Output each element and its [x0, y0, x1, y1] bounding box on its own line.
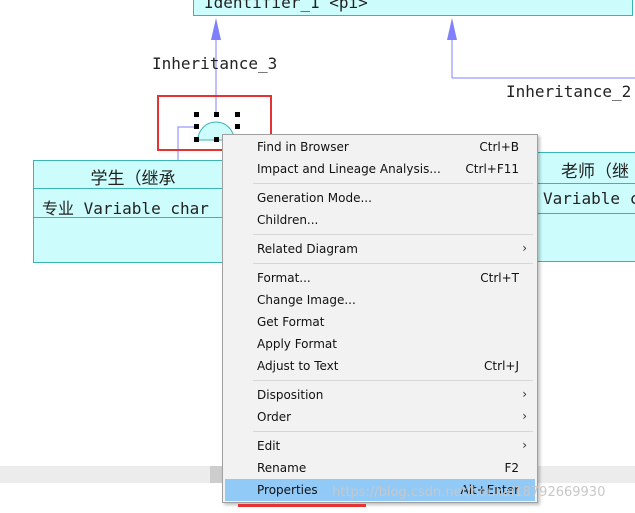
menu-item-label: Apply Format	[257, 337, 337, 351]
teacher-entity-attribute: Variable ch	[543, 189, 635, 208]
menu-item-label: Children...	[257, 213, 319, 227]
menu-item-label: Get Format	[257, 315, 325, 329]
menu-item-label: Find in Browser	[257, 140, 349, 154]
teacher-title-divider	[521, 183, 635, 184]
submenu-chevron-icon: ›	[522, 438, 527, 452]
inheritance-3-arrowhead	[211, 18, 221, 40]
menu-item-label: Related Diagram	[257, 242, 358, 256]
menu-separator	[253, 183, 533, 184]
menu-item-change-image[interactable]: Change Image...	[225, 289, 535, 311]
menu-item-children[interactable]: Children...	[225, 209, 535, 231]
menu-item-label: Change Image...	[257, 293, 356, 307]
menu-item-label: Adjust to Text	[257, 359, 339, 373]
menu-item-label: Edit	[257, 439, 281, 453]
student-attribute-divider	[34, 217, 232, 218]
menu-item-apply-format[interactable]: Apply Format	[225, 333, 535, 355]
menu-separator	[253, 380, 533, 381]
menu-item-label: Order	[257, 410, 292, 424]
menu-separator	[253, 234, 533, 235]
menu-item-find-in-browser[interactable]: Find in Browser Ctrl+B	[225, 136, 535, 158]
submenu-chevron-icon: ›	[522, 409, 527, 423]
properties-underline-annotation	[238, 504, 366, 507]
menu-item-impact-lineage-analysis[interactable]: Impact and Lineage Analysis... Ctrl+F11	[225, 158, 535, 180]
teacher-attribute-divider	[521, 213, 635, 214]
menu-item-order[interactable]: Order ›	[225, 406, 535, 428]
menu-item-label: Generation Mode...	[257, 191, 372, 205]
menu-item-label: Format...	[257, 271, 311, 285]
menu-item-format[interactable]: Format... Ctrl+T	[225, 267, 535, 289]
student-entity[interactable]: 学生（继承 专业 Variable char	[33, 160, 233, 263]
parent-entity[interactable]: Identifier_1 <pi>	[193, 0, 633, 16]
teacher-entity-title: 老师（继	[561, 162, 629, 182]
inheritance-3-label: Inheritance_3	[152, 54, 278, 73]
menu-item-get-format[interactable]: Get Format	[225, 311, 535, 333]
context-menu: Find in Browser Ctrl+B Impact and Lineag…	[222, 134, 538, 503]
menu-item-label: Impact and Lineage Analysis...	[257, 162, 441, 176]
menu-item-edit[interactable]: Edit ›	[225, 435, 535, 457]
menu-item-label: Rename	[257, 461, 307, 475]
menu-item-label: Properties	[257, 483, 318, 497]
menu-item-rename[interactable]: Rename F2	[225, 457, 535, 479]
student-entity-attribute: 专业 Variable char	[42, 199, 209, 218]
watermark-text: https://blog.csdn.net/houkai18792669930	[332, 485, 606, 500]
student-entity-title: 学生（继承	[90, 169, 176, 189]
inheritance-2-label: Inheritance_2	[506, 82, 632, 101]
menu-item-related-diagram[interactable]: Related Diagram ›	[225, 238, 535, 260]
menu-item-label: Disposition	[257, 388, 324, 402]
submenu-chevron-icon: ›	[522, 241, 527, 255]
menu-separator	[253, 263, 533, 264]
parent-entity-identifier: Identifier_1 <pi>	[204, 0, 368, 12]
menu-item-shortcut: Ctrl+F11	[465, 162, 519, 176]
menu-item-shortcut: Ctrl+B	[479, 140, 519, 154]
menu-separator	[253, 431, 533, 432]
menu-item-generation-mode[interactable]: Generation Mode...	[225, 187, 535, 209]
menu-item-disposition[interactable]: Disposition ›	[225, 384, 535, 406]
student-title-divider	[34, 188, 232, 189]
submenu-chevron-icon: ›	[522, 387, 527, 401]
menu-item-shortcut: F2	[504, 461, 519, 475]
menu-item-adjust-to-text[interactable]: Adjust to Text Ctrl+J	[225, 355, 535, 377]
menu-item-shortcut: Ctrl+T	[480, 271, 519, 285]
menu-item-shortcut: Ctrl+J	[484, 359, 519, 373]
inheritance-2-arrowhead	[447, 18, 457, 40]
